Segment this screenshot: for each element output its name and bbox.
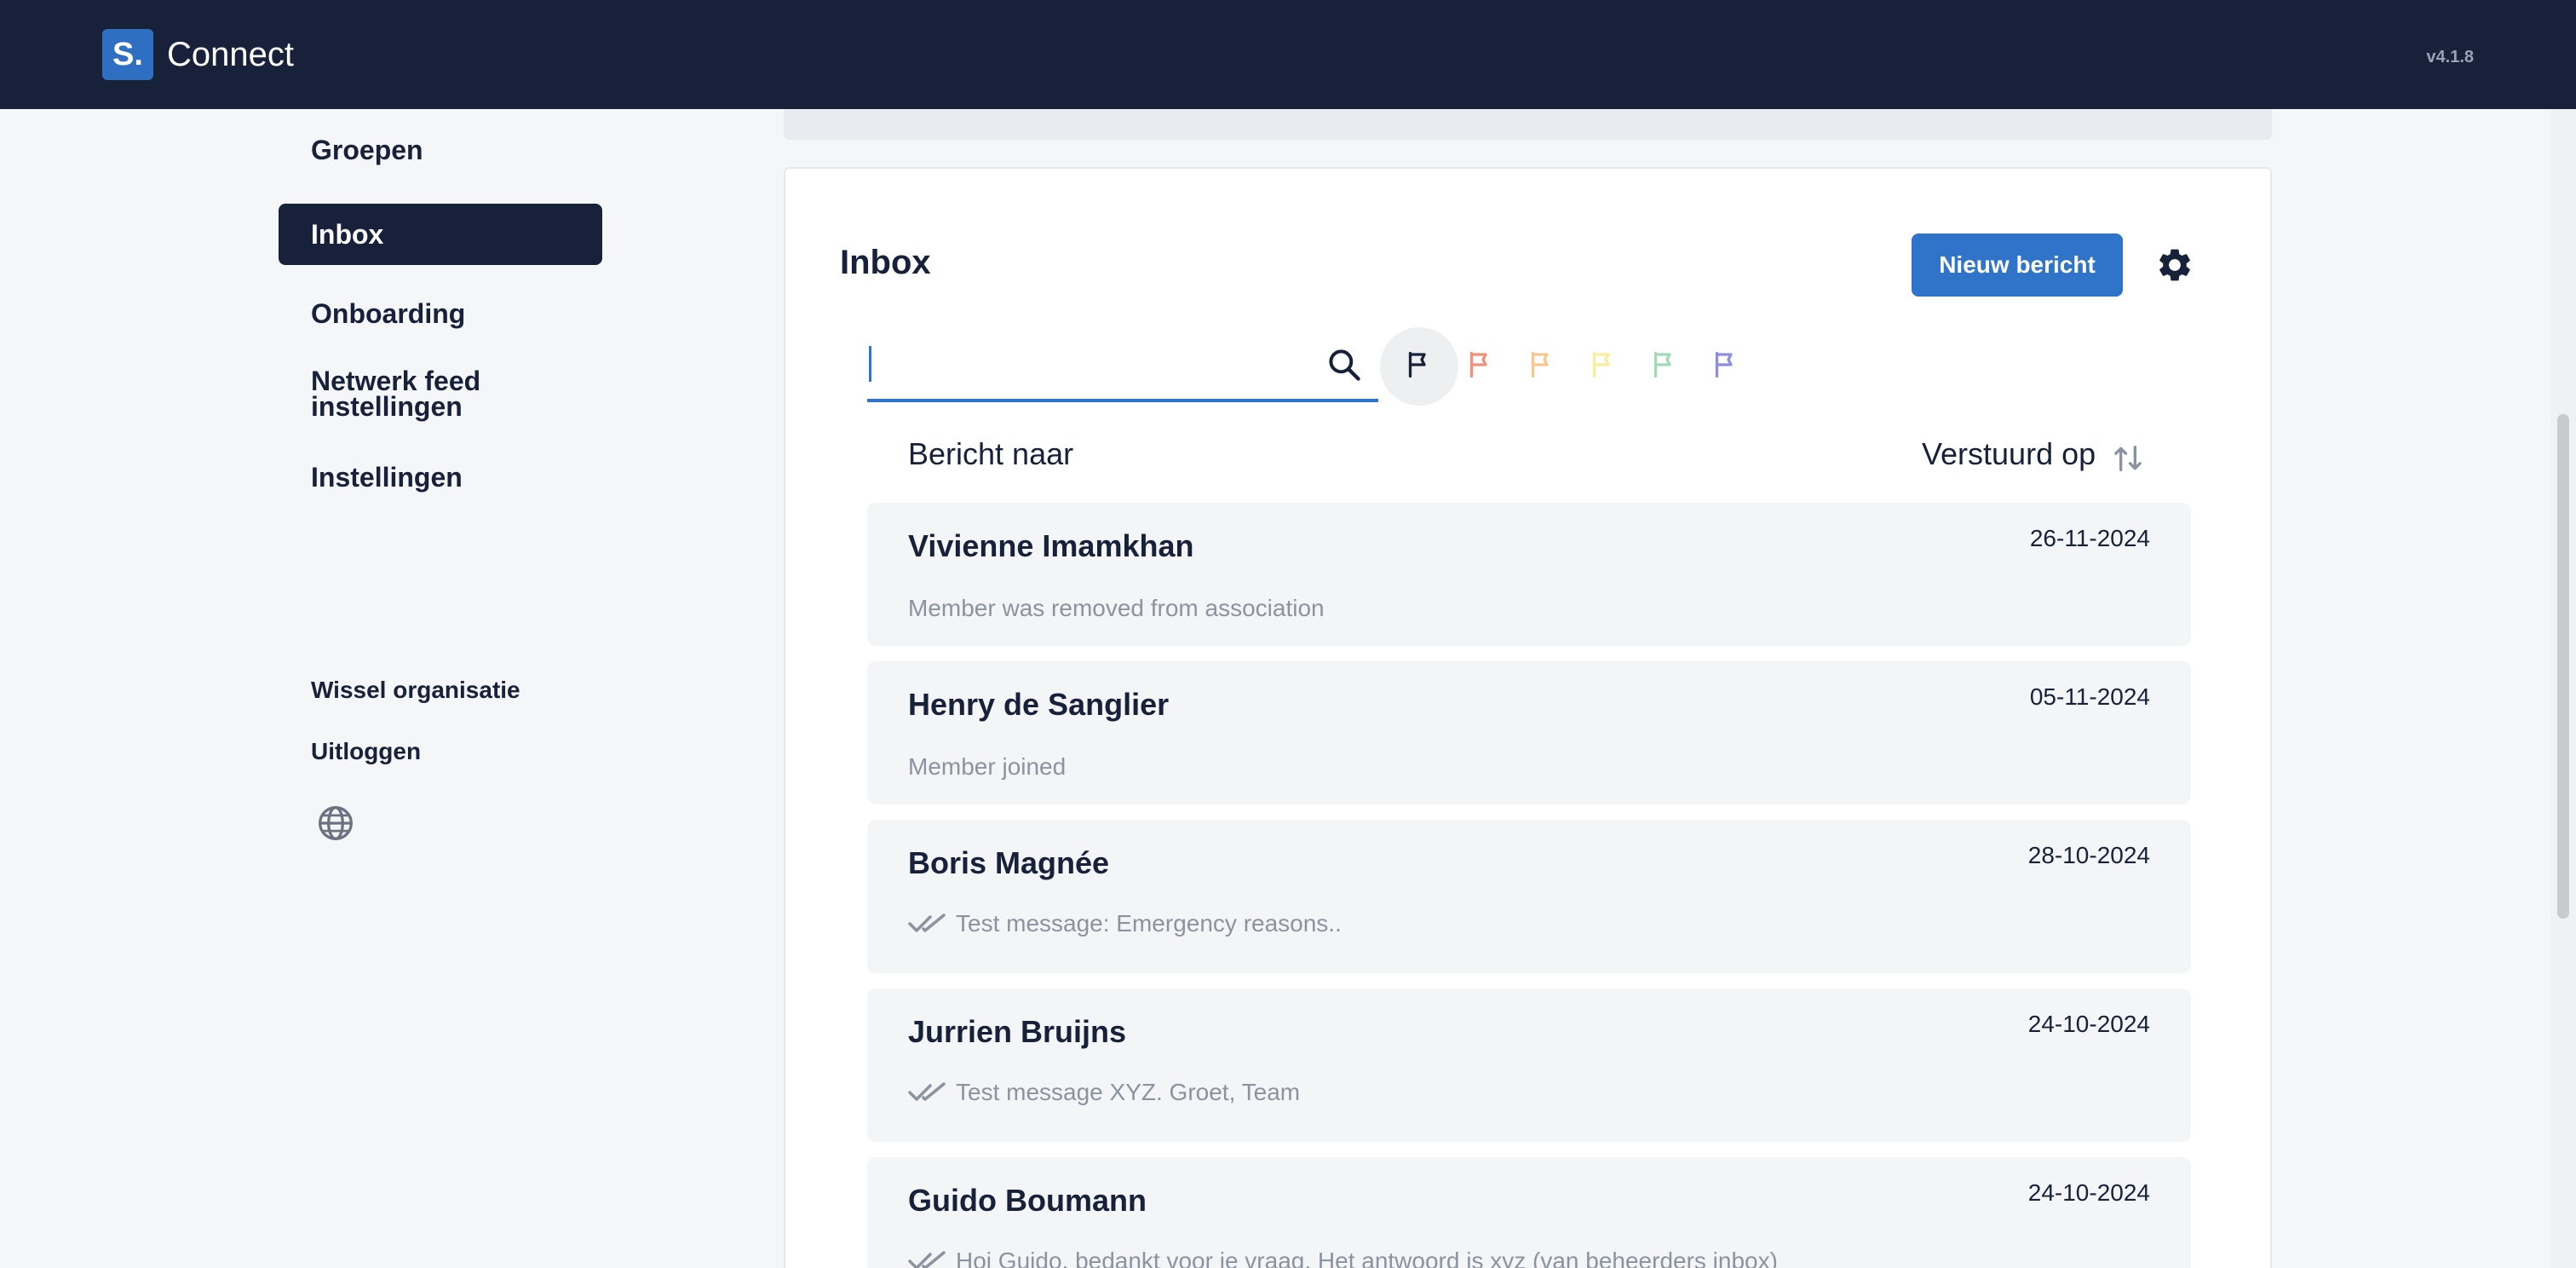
sidebar-item-netwerk-feed[interactable]: Netwerk feed instellingen — [311, 367, 532, 420]
message-date: 26-11-2024 — [2029, 525, 2150, 551]
message-date: 28-10-2024 — [2027, 842, 2150, 868]
flag-icon — [1715, 351, 1733, 378]
message-preview-text: Test message XYZ. Groet, Team — [956, 1079, 1301, 1105]
message-recipient: Vivienne Imamkhan — [908, 528, 1194, 563]
read-checkmarks-icon — [908, 1251, 946, 1268]
app-name: Connect — [167, 35, 294, 73]
message-recipient: Boris Magnée — [908, 845, 1110, 880]
message-date: 24-10-2024 — [2027, 1011, 2150, 1037]
version-label: v4.1.8 — [2426, 48, 2474, 66]
sidebar-item-instellingen[interactable]: Instellingen — [311, 462, 463, 493]
message-preview-text: Hoi Guido, bedankt voor je vraag. Het an… — [956, 1248, 1778, 1268]
message-preview-text: Member was removed from association — [908, 595, 1325, 621]
message-preview: Hoi Guido, bedankt voor je vraag. Het an… — [908, 1248, 1778, 1268]
top-bar: S. Connect v4.1.8 — [0, 0, 2576, 109]
message-recipient: Guido Boumann — [908, 1183, 1147, 1218]
message-date: 05-11-2024 — [2029, 683, 2150, 710]
read-checkmarks-icon — [908, 914, 946, 932]
flag-icon — [1469, 351, 1487, 378]
message-preview: Member joined — [908, 753, 1066, 781]
sidebar-item-groepen[interactable]: Groepen — [311, 135, 423, 166]
sidebar-item-onboarding[interactable]: Onboarding — [311, 298, 465, 330]
brand-logo[interactable]: S. Connect — [102, 29, 294, 80]
sidebar-item-label: Inbox — [311, 219, 384, 250]
flag-filter-blue[interactable] — [1687, 327, 1765, 406]
message-preview: Test message: Emergency reasons.. — [908, 910, 1342, 937]
message-row[interactable]: Vivienne Imamkhan 26-11-2024 Member was re… — [867, 503, 2191, 646]
column-header-recipient[interactable]: Bericht naar — [908, 436, 1073, 472]
inbox-card: Inbox Nieuw bericht Bericht naar Verstuu… — [784, 167, 2272, 1268]
message-preview: Test message XYZ. Groet, Team — [908, 1079, 1300, 1106]
previous-card-edge — [784, 109, 2272, 140]
message-date: 24-10-2024 — [2027, 1179, 2150, 1206]
gear-icon[interactable] — [2155, 245, 2194, 285]
message-recipient: Jurrien Bruijns — [908, 1014, 1127, 1049]
flag-icon — [1531, 351, 1549, 378]
scrollbar-thumb[interactable] — [2557, 414, 2569, 919]
new-message-button[interactable]: Nieuw bericht — [1912, 233, 2123, 297]
message-preview-text: Member joined — [908, 753, 1067, 780]
logout-link[interactable]: Uitloggen — [311, 738, 421, 765]
search-input[interactable] — [874, 339, 1300, 387]
page-title: Inbox — [840, 244, 931, 281]
search-icon[interactable] — [1325, 346, 1363, 383]
logo-badge: S. — [102, 29, 153, 80]
search-field[interactable] — [867, 327, 1378, 402]
text-caret — [869, 346, 871, 382]
sort-icon[interactable] — [2111, 441, 2145, 476]
message-preview: Member was removed from association — [908, 595, 1325, 622]
message-row[interactable]: Jurrien Bruijns 24-10-2024 Test message XY… — [867, 988, 2191, 1142]
flag-icon — [1653, 351, 1671, 378]
globe-icon[interactable] — [317, 804, 354, 842]
message-recipient: Henry de Sanglier — [908, 687, 1170, 722]
column-header-sent-date[interactable]: Verstuurd op — [1922, 436, 2096, 472]
flag-icon — [1408, 351, 1426, 378]
message-row[interactable]: Boris Magnée 28-10-2024 Test message: Emer… — [867, 820, 2191, 973]
flag-icon — [1592, 351, 1610, 378]
message-row[interactable]: Guido Boumann 24-10-2024 Hoi Guido, bedank… — [867, 1157, 2191, 1268]
switch-organisation-link[interactable]: Wissel organisatie — [311, 677, 520, 704]
message-row[interactable]: Henry de Sanglier 05-11-2024 Member joined — [867, 661, 2191, 804]
sidebar-item-inbox[interactable]: Inbox — [279, 204, 602, 265]
read-checkmarks-icon — [908, 1082, 946, 1101]
message-preview-text: Test message: Emergency reasons.. — [956, 910, 1342, 937]
